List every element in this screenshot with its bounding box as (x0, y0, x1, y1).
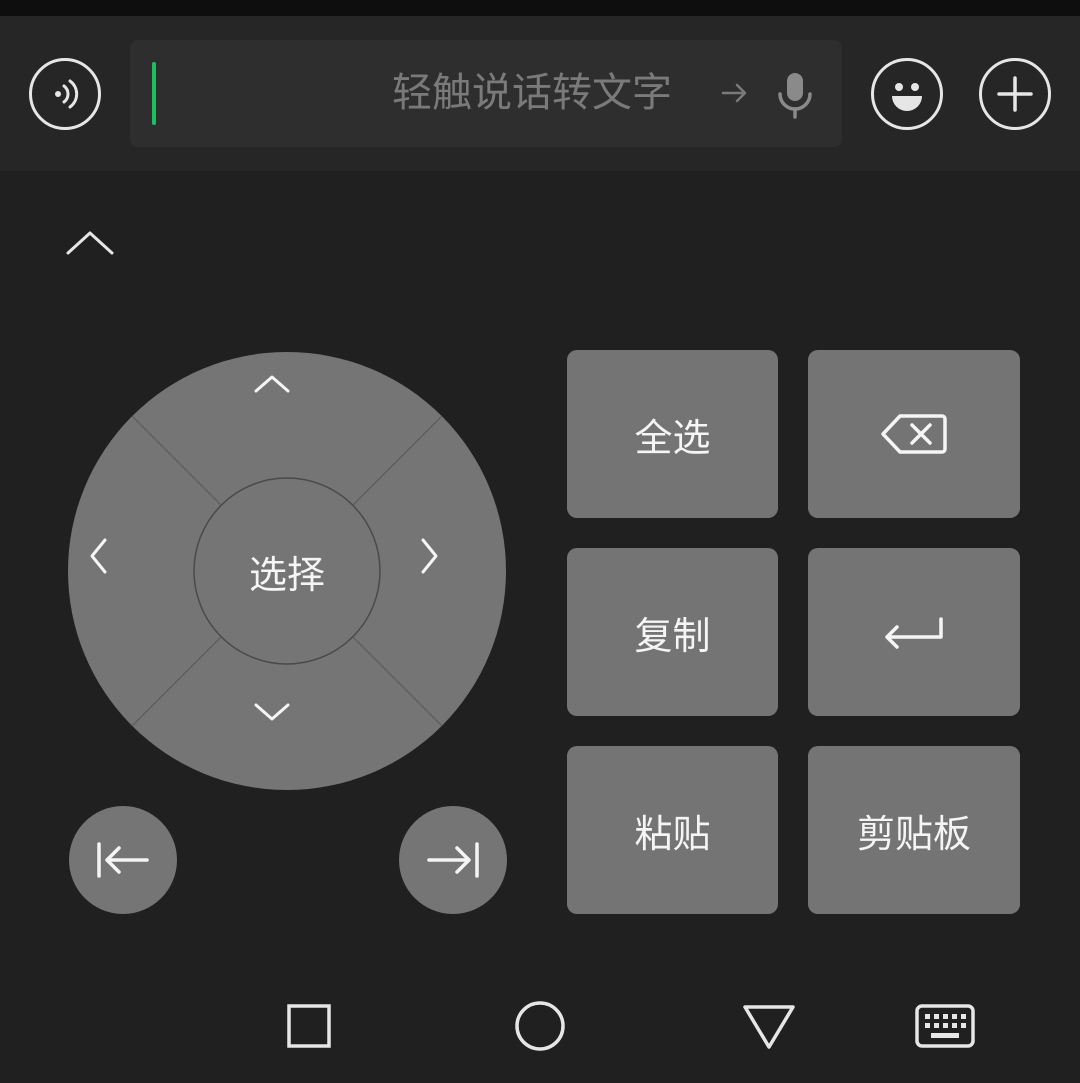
paste-button[interactable]: 粘贴 (567, 746, 778, 914)
chevron-up-icon (66, 231, 114, 255)
arrow-right-icon (721, 83, 747, 103)
text-cursor (152, 62, 156, 125)
circle-icon (515, 1001, 565, 1051)
recents-button[interactable] (281, 998, 337, 1054)
clipboard-button[interactable]: 剪贴板 (808, 746, 1020, 914)
keyboard-toggle-button[interactable] (913, 998, 977, 1054)
dpad-select-button[interactable]: 选择 (194, 478, 380, 664)
dpad-down-button[interactable] (252, 701, 322, 771)
dpad-right-icon (421, 538, 438, 574)
home-button[interactable] (512, 998, 568, 1054)
voice-mode-icon (55, 79, 79, 109)
move-to-line-start-icon (97, 842, 149, 878)
move-to-line-end-icon (427, 842, 479, 878)
keyboard-icon (915, 1004, 975, 1048)
more-button[interactable] (979, 58, 1051, 130)
dpad-right-button[interactable] (417, 536, 487, 606)
emoji-button[interactable] (871, 58, 943, 130)
select-all-button[interactable]: 全选 (567, 350, 778, 518)
enter-icon (885, 617, 943, 649)
microphone-icon[interactable] (775, 70, 815, 120)
input-placeholder: 轻触说话转文字 (392, 70, 672, 116)
line-start-button[interactable] (69, 806, 177, 914)
square-icon (287, 1004, 331, 1048)
plus-icon (997, 76, 1033, 112)
line-end-button[interactable] (399, 806, 507, 914)
dpad-down-icon (254, 703, 290, 721)
enter-button[interactable] (808, 548, 1020, 716)
dpad-up-button[interactable] (252, 371, 322, 441)
back-button[interactable] (741, 998, 797, 1054)
backspace-button[interactable] (808, 350, 1020, 518)
message-input[interactable]: 轻触说话转文字 (130, 40, 842, 147)
dpad-left-icon (90, 538, 107, 574)
collapse-panel-button[interactable] (62, 222, 118, 262)
copy-button[interactable]: 复制 (567, 548, 778, 716)
emoji-icon (892, 83, 922, 111)
dpad-up-icon (254, 375, 290, 393)
backspace-icon (881, 414, 947, 454)
status-strip (0, 0, 1080, 16)
triangle-icon (743, 1005, 795, 1049)
dpad-left-button[interactable] (87, 536, 157, 606)
voice-mode-button[interactable] (29, 58, 101, 130)
cursor-dpad: 选择 (67, 351, 507, 791)
